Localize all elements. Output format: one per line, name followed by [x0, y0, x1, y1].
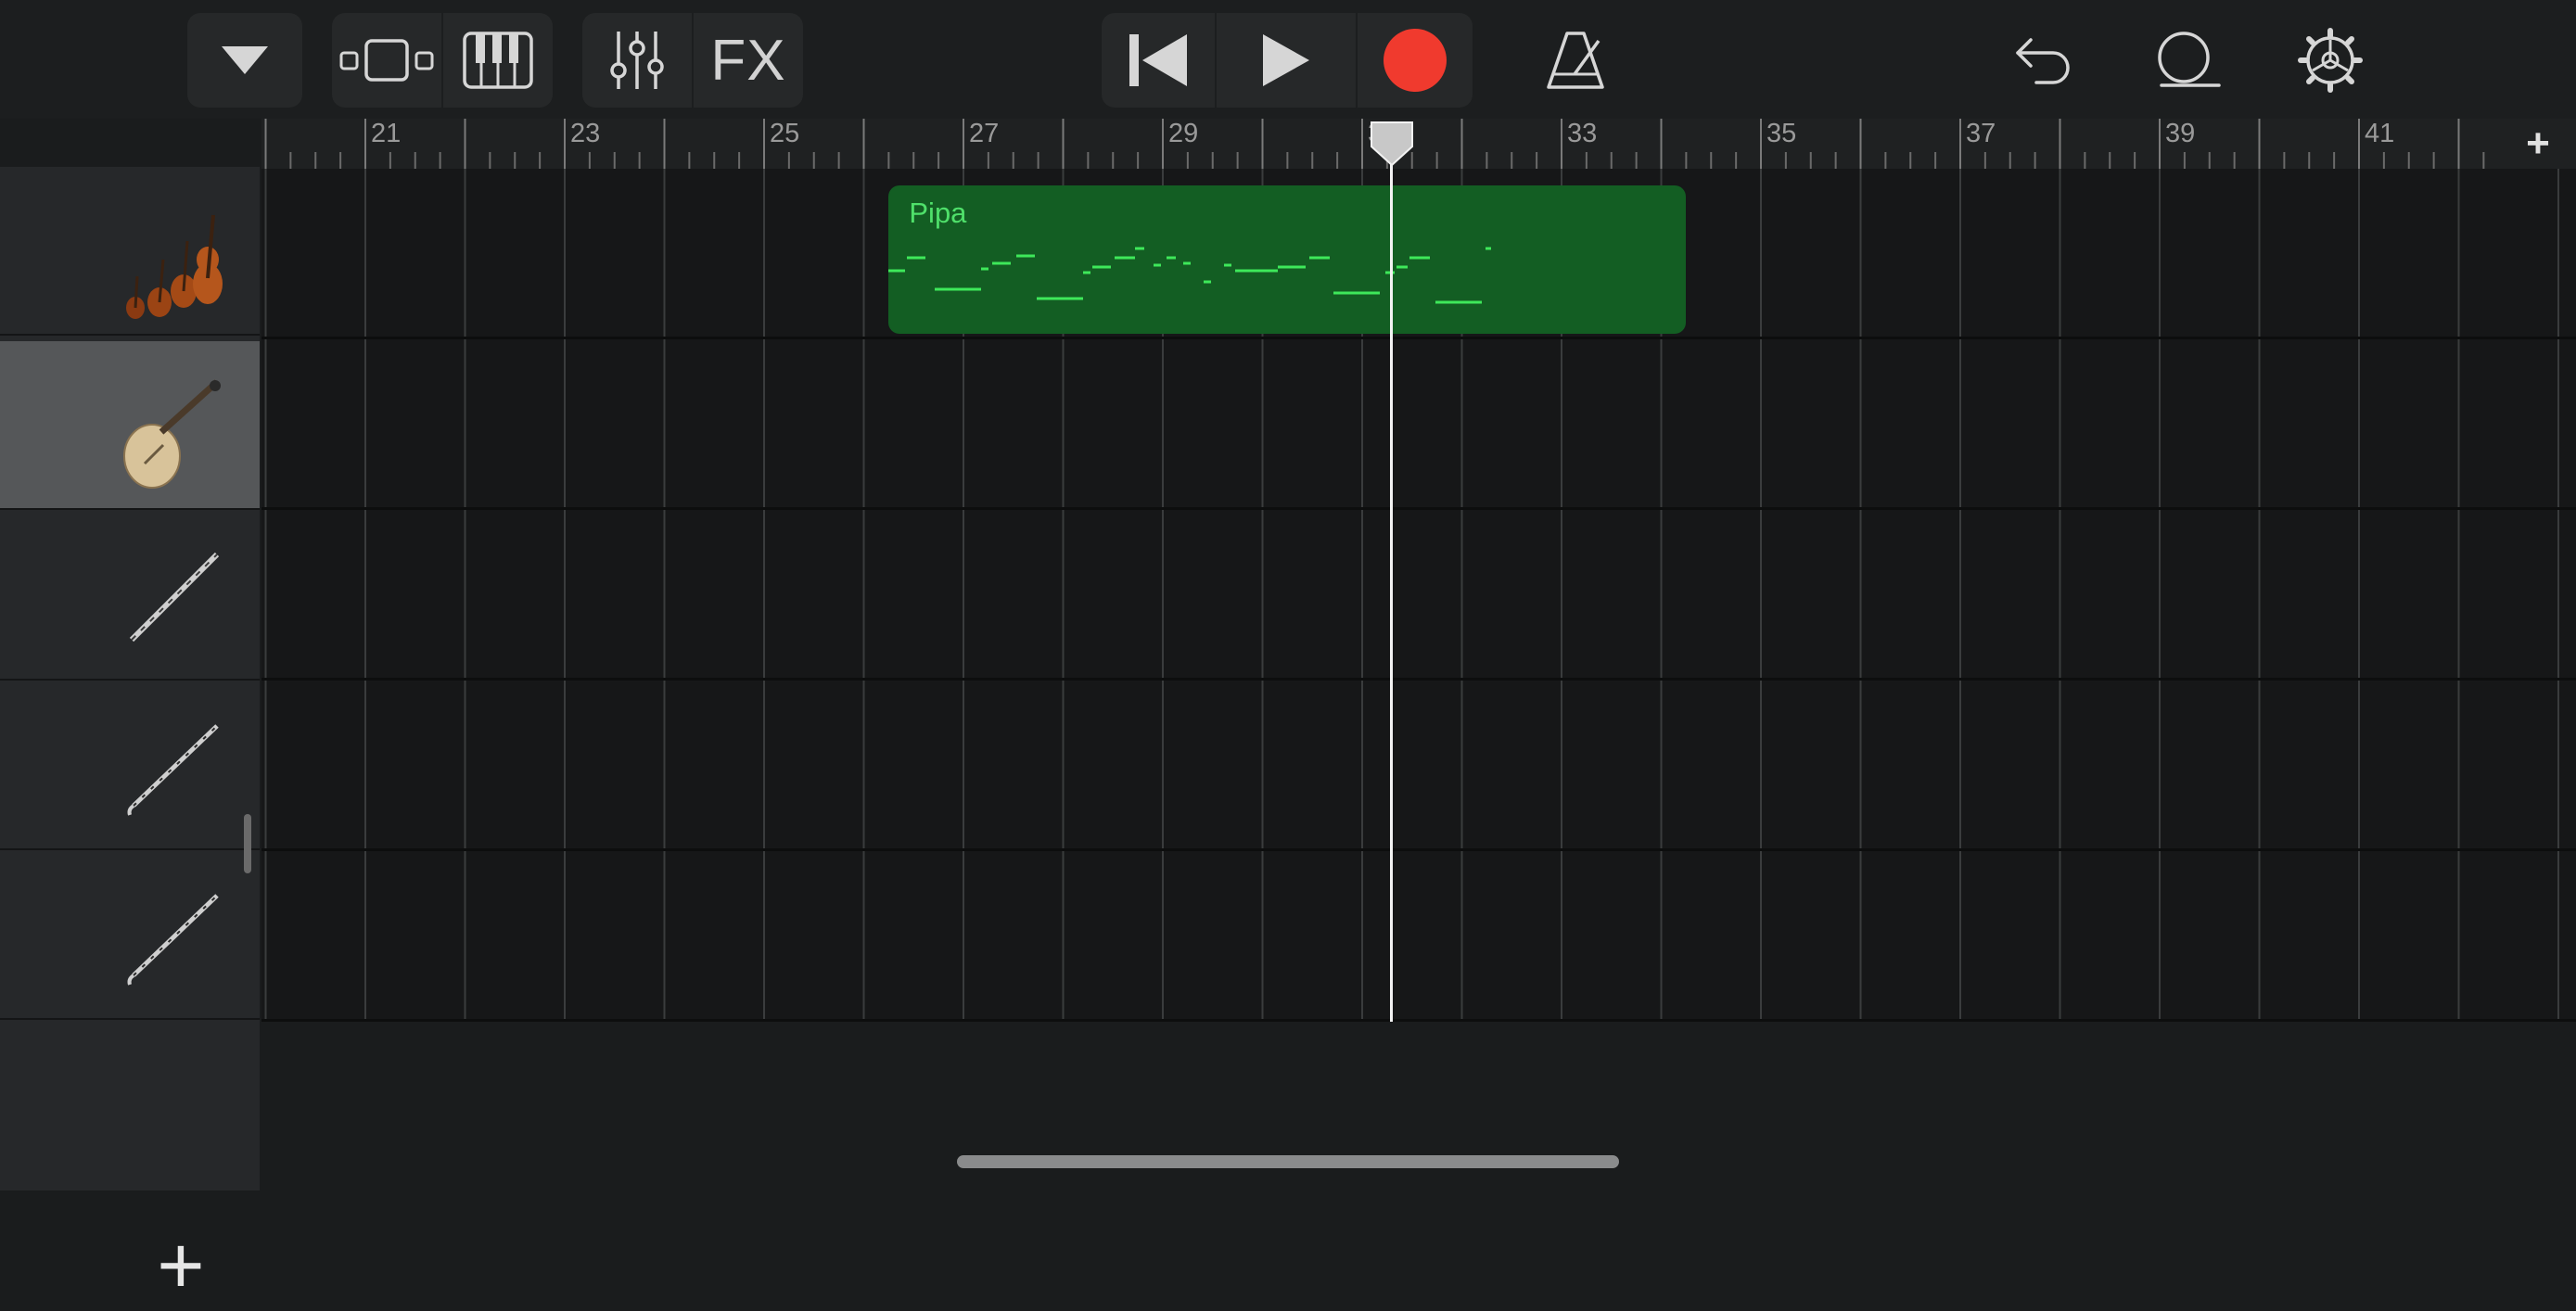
go-to-beginning-icon [1129, 34, 1187, 86]
view-group [332, 13, 553, 108]
bar-number: 25 [770, 119, 800, 148]
toolbar: FX [0, 0, 2576, 119]
bar-number: 35 [1766, 119, 1797, 148]
play-icon [1263, 34, 1309, 86]
track-header-clarinet[interactable] [0, 681, 260, 850]
loop-button[interactable] [2144, 13, 2231, 108]
go-to-beginning-button[interactable] [1102, 13, 1215, 108]
mixer-button[interactable] [582, 13, 692, 108]
chevron-down-icon [222, 46, 268, 74]
keyboard-icon [463, 32, 533, 89]
add-section-button[interactable]: + [2500, 119, 2576, 169]
track-scroll-indicator[interactable] [244, 814, 251, 873]
browser-menu-group [187, 13, 302, 108]
undo-button[interactable] [1999, 13, 2086, 108]
bar-number: 39 [2165, 119, 2196, 148]
fx-label: FX [710, 28, 786, 93]
mix-group: FX [582, 13, 803, 108]
add-track-label: + [157, 1219, 205, 1311]
track-lane-clarinet[interactable] [261, 681, 2576, 851]
bar-number: 23 [570, 119, 601, 148]
flute-icon [129, 552, 220, 643]
track-header-flute[interactable] [0, 512, 260, 681]
playhead-handle[interactable] [1370, 121, 1414, 167]
violin-family-icon [126, 214, 223, 319]
track-header-clarinet-2[interactable] [0, 851, 260, 1020]
pipa-region[interactable]: Pipa [888, 185, 2576, 334]
home-indicator[interactable] [957, 1155, 1619, 1168]
fx-button[interactable]: FX [692, 13, 803, 108]
metronome-button[interactable] [1532, 13, 1619, 108]
bar-number: 33 [1567, 119, 1598, 148]
browser-menu-button[interactable] [187, 13, 302, 108]
clarinet-icon [127, 894, 219, 986]
clarinet-icon [127, 724, 219, 816]
playhead-line [1390, 148, 1393, 1022]
track-lane-clarinet-2[interactable] [261, 851, 2576, 1022]
bar-number: 27 [969, 119, 1000, 148]
tracks-view-icon [339, 39, 434, 82]
pipa-icon [123, 379, 221, 489]
tracks-view-button[interactable] [332, 13, 441, 108]
bar-number: 21 [371, 119, 402, 148]
transport-group [1102, 13, 1473, 108]
add-section-label: + [2526, 121, 2550, 166]
midi-notes [888, 247, 1492, 304]
bar-number: 41 [2365, 119, 2395, 148]
bar-number: 29 [1168, 119, 1199, 148]
track-header-pipa[interactable] [0, 341, 260, 510]
mixer-icon [610, 32, 664, 89]
record-icon [1384, 29, 1447, 92]
undo-icon [2016, 38, 2070, 84]
play-button[interactable] [1215, 13, 1356, 108]
bar-number: 37 [1966, 119, 1996, 148]
track-lane-flute[interactable] [261, 510, 2576, 681]
track-lane-pipa[interactable] [261, 339, 2576, 510]
region-body[interactable]: Pipa [888, 185, 1687, 334]
metronome-icon [1547, 32, 1604, 89]
settings-button[interactable] [2287, 13, 2374, 108]
add-track-button[interactable]: + [139, 1224, 223, 1307]
settings-icon [2298, 28, 2363, 93]
keyboard-button[interactable] [441, 13, 553, 108]
loop-icon [2158, 32, 2221, 87]
track-header-strings[interactable] [0, 167, 260, 336]
record-button[interactable] [1356, 13, 1473, 108]
track-headers: + [0, 167, 260, 1306]
